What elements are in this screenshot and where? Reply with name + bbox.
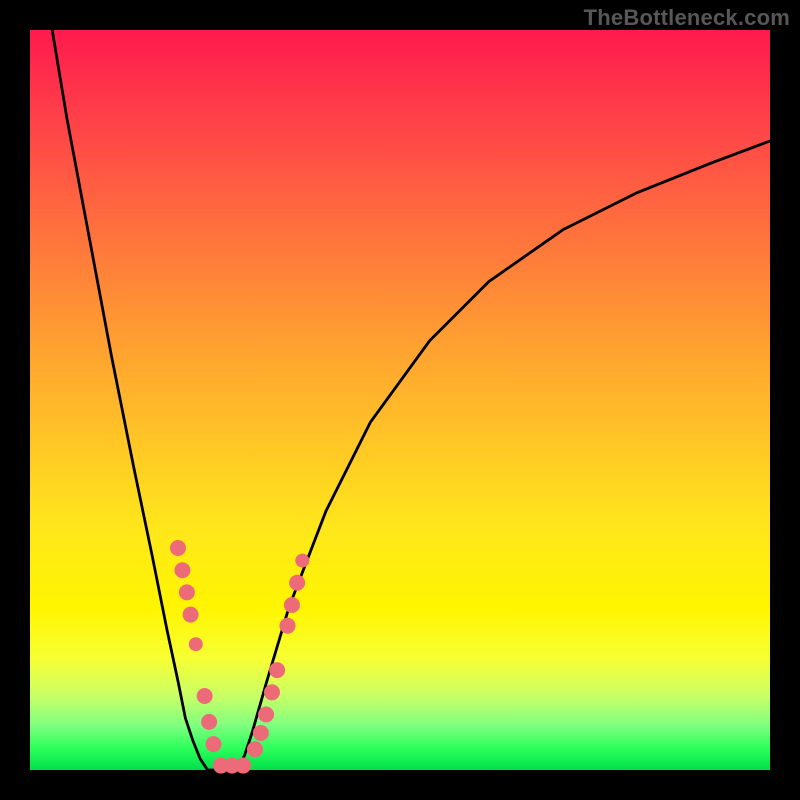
- marker-dot: [247, 741, 263, 757]
- marker-dot: [258, 707, 274, 723]
- marker-dot: [280, 618, 296, 634]
- marker-dot: [289, 575, 305, 591]
- marker-dot: [201, 714, 217, 730]
- watermark-text: TheBottleneck.com: [584, 5, 790, 31]
- marker-dot: [179, 584, 195, 600]
- marker-dot: [170, 540, 186, 556]
- marker-dot: [264, 684, 280, 700]
- marker-dot: [183, 607, 199, 623]
- marker-dot: [235, 758, 251, 774]
- v-curve-path: [52, 30, 770, 770]
- marker-dot: [295, 554, 309, 568]
- marker-dot: [197, 688, 213, 704]
- marker-dot: [253, 725, 269, 741]
- marker-dot: [269, 662, 285, 678]
- plot-area: [30, 30, 770, 770]
- marker-dot: [284, 597, 300, 613]
- marker-dot: [189, 637, 203, 651]
- v-curve-svg: [30, 30, 770, 770]
- marker-dot: [174, 562, 190, 578]
- marker-dot: [206, 736, 222, 752]
- chart-frame: TheBottleneck.com: [0, 0, 800, 800]
